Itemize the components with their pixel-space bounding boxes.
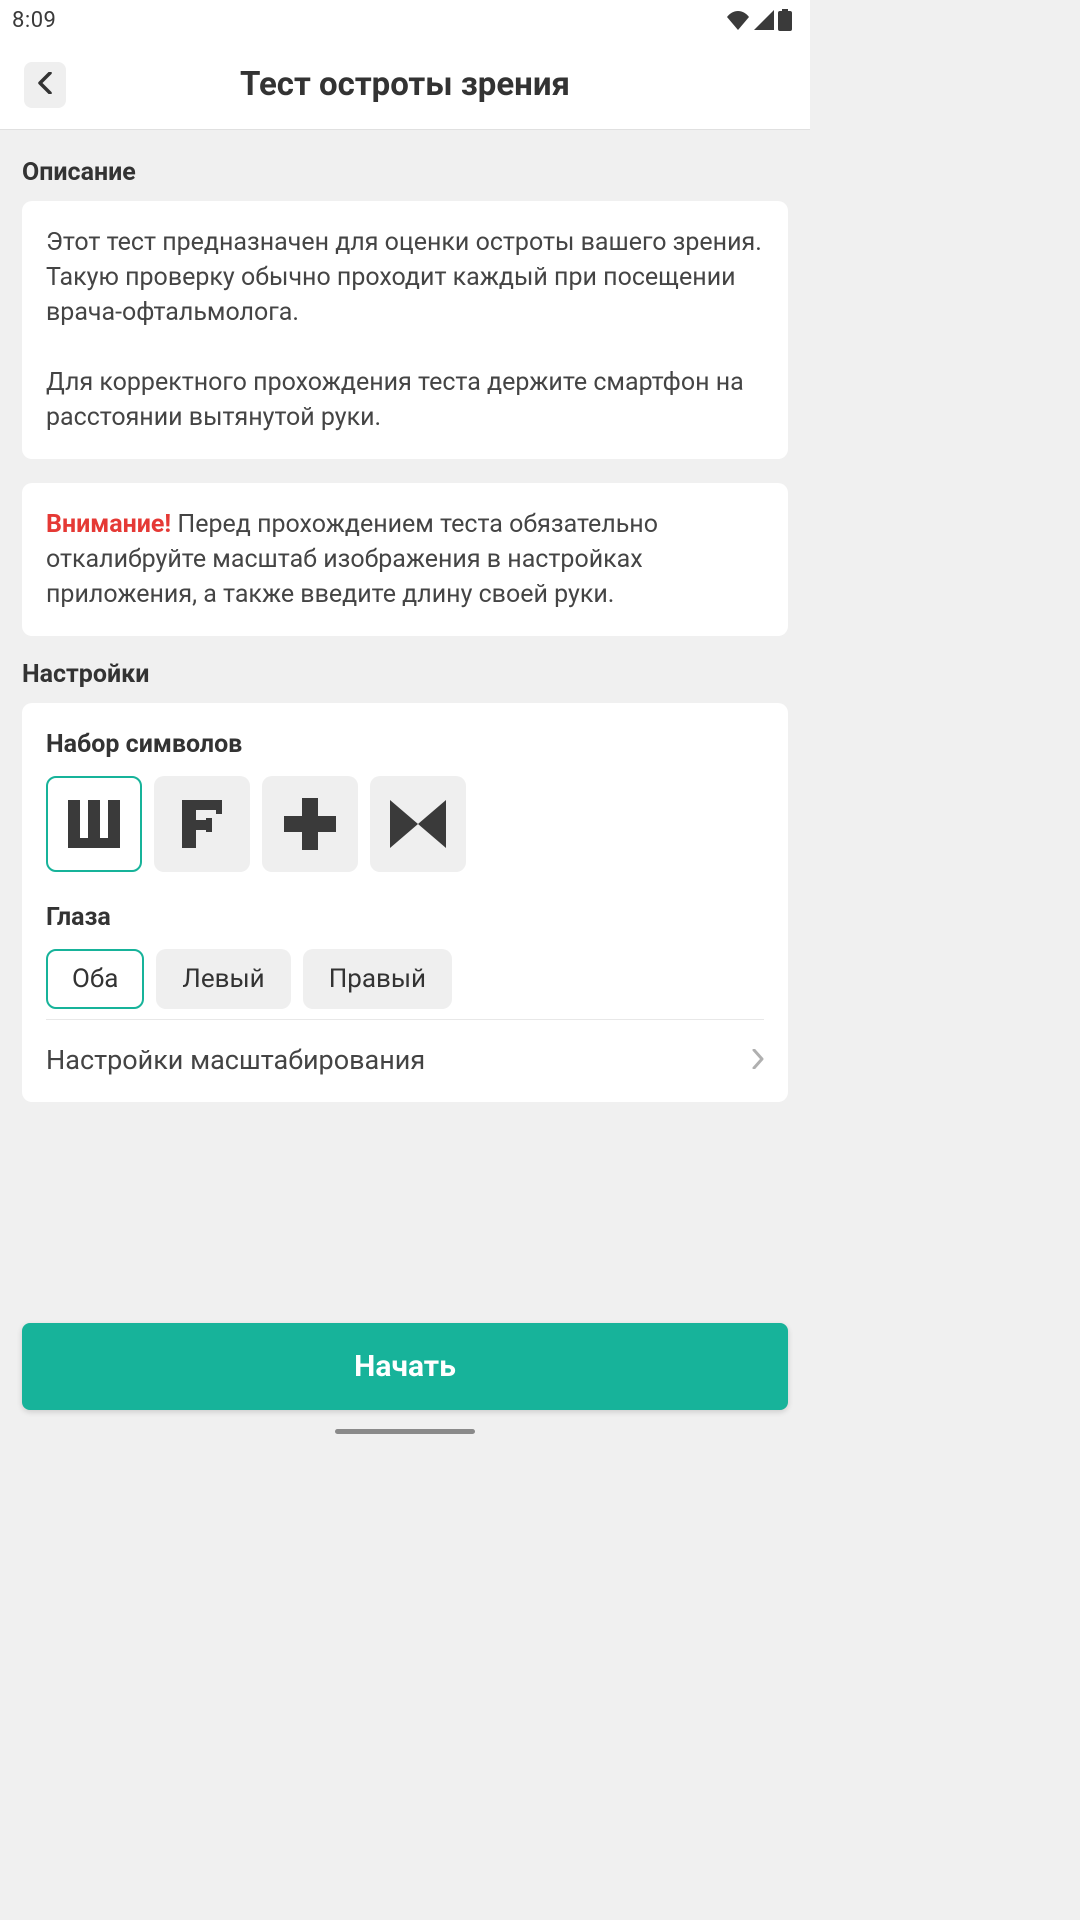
cyrillic-sh-icon	[68, 800, 120, 848]
symbols-option-row	[46, 776, 764, 872]
scaling-link-text: Настройки масштабирования	[46, 1042, 425, 1080]
content-scroll[interactable]: Описание Этот тест предназначен для оцен…	[0, 130, 810, 1440]
nav-handle	[335, 1429, 475, 1434]
symbol-option-f[interactable]	[154, 776, 250, 872]
description-section-label: Описание	[22, 158, 788, 187]
screen: 8:09 Тест остроты зрения Описание Этот т…	[0, 0, 810, 1440]
scaling-settings-link[interactable]: Настройки масштабирования	[46, 1019, 764, 1102]
eyes-option-row: Оба Левый Правый	[46, 949, 764, 1009]
symbol-option-cross[interactable]	[262, 776, 358, 872]
status-icons	[726, 9, 792, 31]
cellular-icon	[754, 10, 774, 30]
eye-option-left[interactable]: Левый	[156, 949, 290, 1009]
wifi-icon	[726, 10, 750, 30]
description-paragraph-2: Для корректного прохождения теста держит…	[46, 365, 764, 435]
eye-option-right[interactable]: Правый	[303, 949, 452, 1009]
eyes-label: Глаза	[46, 900, 764, 935]
status-bar: 8:09	[0, 0, 810, 40]
letter-f-icon	[176, 800, 228, 848]
page-title: Тест остроты зрения	[24, 65, 786, 104]
app-header: Тест остроты зрения	[0, 40, 810, 130]
description-card: Этот тест предназначен для оценки острот…	[22, 201, 788, 459]
description-paragraph-1: Этот тест предназначен для оценки острот…	[46, 225, 764, 330]
status-time: 8:09	[12, 8, 56, 33]
symbol-option-tumbling[interactable]	[370, 776, 466, 872]
settings-section-label: Настройки	[22, 660, 788, 689]
eye-option-both[interactable]: Оба	[46, 949, 144, 1009]
symbols-label: Набор символов	[46, 727, 764, 762]
warning-strong: Внимание!	[46, 510, 171, 539]
tumbling-e-icon	[390, 800, 446, 848]
settings-card: Набор символов	[22, 703, 788, 1102]
battery-icon	[778, 9, 792, 31]
plus-icon	[284, 798, 336, 850]
warning-card: Внимание! Перед прохождением теста обяза…	[22, 483, 788, 636]
chevron-right-icon	[752, 1044, 764, 1079]
start-button[interactable]: Начать	[22, 1323, 788, 1410]
symbol-option-sh[interactable]	[46, 776, 142, 872]
